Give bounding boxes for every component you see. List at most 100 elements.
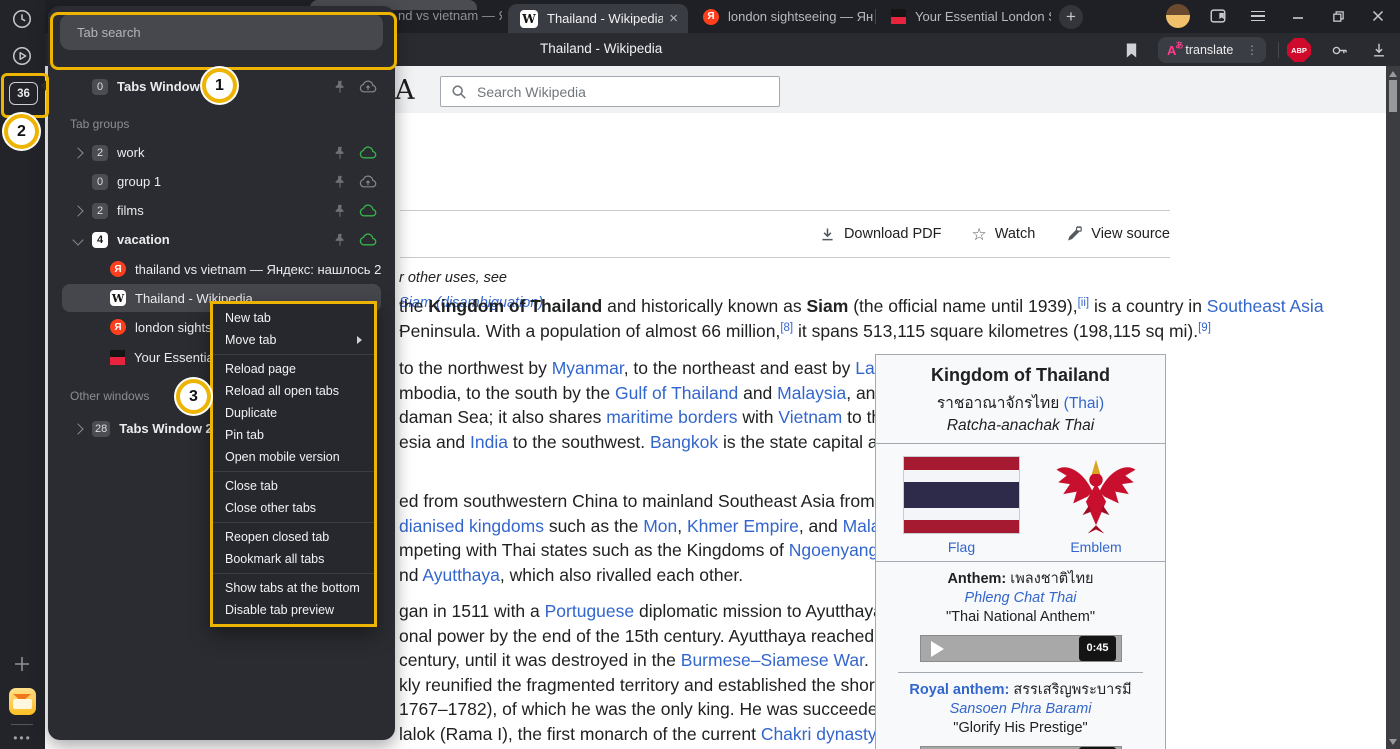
pin-icon[interactable] [333,80,347,94]
paragraph-history: ed from southwestern China to mainland S… [399,489,941,587]
view-source-button[interactable]: View source [1065,226,1170,243]
menu-item-close-tab[interactable]: Close tab [213,475,374,497]
adblock-plus-icon[interactable]: ABP [1287,38,1311,62]
new-tab-button[interactable]: + [1059,5,1083,29]
wiki-link[interactable]: India [470,432,508,452]
chevron-right-icon[interactable] [72,147,83,158]
panel-tab-thailand-search[interactable]: Я thailand vs vietnam — Яндекс: нашлось … [62,255,381,283]
tab-search-input[interactable] [75,24,383,41]
minimize-window-button[interactable] [1286,4,1310,28]
restore-window-button[interactable] [1326,4,1350,28]
tab-thailand-search-title[interactable]: nd vs vietnam — Янд [398,8,502,23]
cloud-synced-icon[interactable] [359,203,377,218]
cloud-synced-icon[interactable] [359,232,377,247]
menu-item-reopen-closed-tab[interactable]: Reopen closed tab [213,526,374,548]
menu-item-open-mobile-version[interactable]: Open mobile version [213,446,374,468]
tab-counter-button[interactable]: 36 [9,82,38,105]
wiki-link[interactable]: Bangkok [650,432,718,452]
group-name: group 1 [117,174,161,189]
emblem-link[interactable]: Emblem [1070,539,1121,555]
wiki-link[interactable]: Ayutthaya [422,565,500,585]
menu-group: Reload pageReload all open tabsDuplicate… [213,354,374,471]
wiki-link[interactable]: Burmese–Siamese War [681,650,864,670]
wiki-link[interactable]: Southeast Asia [1207,296,1324,316]
play-icon[interactable] [931,641,944,657]
wiki-link[interactable]: Gulf of Thailand [615,383,738,403]
chevron-right-icon[interactable] [72,423,83,434]
scrollbar-up-arrow[interactable] [1389,71,1397,77]
pin-icon[interactable] [333,146,347,160]
chevron-down-icon[interactable] [72,234,83,245]
wiki-link[interactable]: maritime borders [606,407,737,427]
menu-item-duplicate[interactable]: Duplicate [213,402,374,424]
tab-search-field[interactable] [60,14,383,50]
menu-item-new-tab[interactable]: New tab [213,307,374,329]
bookmark-icon[interactable] [1118,37,1144,63]
group-row-films[interactable]: 2 films [48,196,395,225]
translate-options-icon[interactable]: ⋮ [1246,43,1258,57]
wiki-link[interactable]: Ngoenyang [789,540,879,560]
wiki-link[interactable]: Khmer Empire [687,516,799,536]
wiki-link[interactable]: Mon [643,516,677,536]
tab-london-sightseeing[interactable]: Your Essential London Sig [879,0,1051,33]
wiki-link[interactable]: dianised kingdoms [399,516,544,536]
downloads-icon[interactable] [1366,37,1392,63]
menu-item-close-other-tabs[interactable]: Close other tabs [213,497,374,519]
menu-item-bookmark-all-tabs[interactable]: Bookmark all tabs [213,548,374,570]
garuda-emblem-image[interactable] [1054,456,1138,534]
cloud-upload-icon[interactable] [359,174,377,189]
translate-button[interactable]: Aあ translate ⋮ [1158,37,1266,63]
sidebar-more-icon[interactable]: ••• [0,731,45,745]
menu-item-show-tabs-at-the-bottom[interactable]: Show tabs at the bottom [213,577,374,599]
group-row-vacation[interactable]: 4 vacation [48,225,395,254]
side-panels-icon[interactable] [1206,4,1230,28]
password-manager-icon[interactable] [1326,37,1352,63]
cloud-synced-icon[interactable] [359,145,377,160]
watch-button[interactable]: ☆ Watch [971,226,1035,243]
chevron-right-icon[interactable] [72,205,83,216]
menu-hamburger-icon[interactable] [1246,4,1270,28]
pin-icon[interactable] [333,233,347,247]
menu-item-disable-tab-preview[interactable]: Disable tab preview [213,599,374,621]
infobox-transliteration: Ratcha-anachak Thai [882,417,1159,435]
thai-language-link[interactable]: (Thai) [1064,395,1104,412]
pin-icon[interactable] [333,204,347,218]
thailand-flag-image[interactable] [903,456,1020,534]
menu-group: Show tabs at the bottomDisable tab previ… [213,573,374,624]
close-tab-icon[interactable]: × [669,11,678,26]
wiki-link[interactable]: Portuguese [545,601,635,621]
profile-avatar[interactable] [1166,4,1190,28]
group-row-work[interactable]: 2 work [48,138,395,167]
menu-item-move-tab[interactable]: Move tab [213,329,374,351]
history-clock-icon[interactable] [10,7,34,31]
menu-item-reload-page[interactable]: Reload page [213,358,374,380]
wiki-link[interactable]: Chakri dynasty [761,724,875,744]
yandex-mail-icon[interactable] [9,688,36,715]
anthem-translit-link[interactable]: Phleng Chat Thai [882,589,1159,608]
scrollbar-down-arrow[interactable] [1389,739,1397,745]
wiki-link[interactable]: [8] [780,322,793,334]
add-panel-icon[interactable] [10,652,34,676]
flag-link[interactable]: Flag [948,539,975,555]
menu-item-reload-all-open-tabs[interactable]: Reload all open tabs [213,380,374,402]
wiki-link[interactable]: [ii] [1078,297,1090,309]
menu-item-pin-tab[interactable]: Pin tab [213,424,374,446]
wiki-link[interactable]: Malaysia [777,383,846,403]
royal-anthem-label-link[interactable]: Royal anthem: [909,682,1009,698]
tab-london-search[interactable]: Я london sightseeing — Янд [691,0,873,33]
pin-icon[interactable] [333,175,347,189]
wiki-link[interactable]: Myanmar [552,358,624,378]
cloud-upload-icon[interactable] [359,79,377,94]
close-window-button[interactable] [1366,4,1390,28]
tab-thailand-wikipedia[interactable]: W Thailand - Wikipedia × [508,4,688,33]
wikipedia-search-input[interactable] [475,83,779,101]
video-play-icon[interactable] [10,44,34,68]
page-scrollbar[interactable] [1386,66,1400,749]
group-row-group1[interactable]: 0 group 1 [48,167,395,196]
download-pdf-button[interactable]: Download PDF [819,226,942,243]
wiki-link[interactable]: [9] [1198,322,1211,334]
wiki-link[interactable]: Vietnam [778,407,842,427]
royal-anthem-translit-link[interactable]: Sansoen Phra Barami [882,700,1159,719]
scrollbar-thumb[interactable] [1389,80,1397,112]
wikipedia-search-box[interactable] [440,76,780,107]
